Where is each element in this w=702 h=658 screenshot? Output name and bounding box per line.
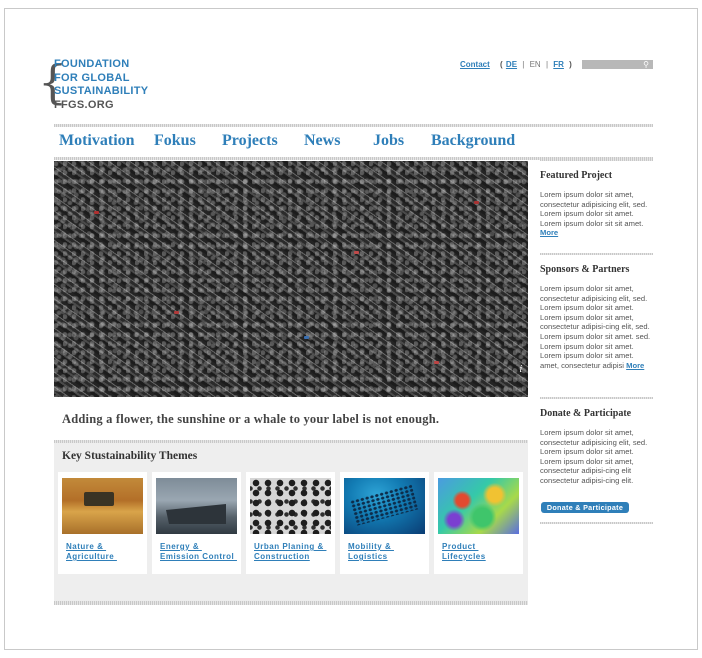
sidebar-rule bbox=[540, 397, 653, 399]
theme-card-energy[interactable]: Energy & Emission Control bbox=[152, 472, 241, 574]
theme-image-map[interactable] bbox=[438, 478, 519, 534]
contact-link[interactable]: Contact bbox=[460, 60, 490, 69]
nav-item-projects[interactable]: Projects bbox=[222, 132, 278, 150]
theme-card-nature[interactable]: Nature & Agriculture bbox=[58, 472, 147, 574]
lang-en-current[interactable]: EN bbox=[530, 60, 541, 69]
sponsors-text: Lorem ipsum dolor sit amet, consectetur … bbox=[540, 284, 651, 370]
sidebar-rule bbox=[540, 522, 653, 524]
theme-image-ship[interactable] bbox=[156, 478, 237, 534]
themes-top-rule bbox=[54, 440, 528, 443]
theme-card-urban[interactable]: Urban Planing & Construction bbox=[246, 472, 335, 574]
sponsors-more-link[interactable]: More bbox=[626, 361, 644, 370]
logo-line-2: FOR GLOBAL bbox=[54, 71, 130, 84]
lang-paren-open: ( bbox=[500, 60, 503, 69]
tagline: Adding a flower, the sunshine or a whale… bbox=[62, 412, 440, 426]
nav-item-motivation[interactable]: Motivation bbox=[59, 132, 135, 150]
theme-link-energy[interactable]: Energy & Emission Control bbox=[160, 542, 237, 562]
logo-line-3: SUSTAINABILITY bbox=[54, 85, 149, 97]
lang-paren-close: ) bbox=[569, 60, 572, 69]
hero-detail bbox=[474, 201, 479, 204]
themes-title: Key Stustainability Themes bbox=[62, 450, 198, 462]
donate-title: Donate & Participate bbox=[540, 408, 632, 419]
featured-more-link[interactable]: More bbox=[540, 228, 558, 237]
nav-top-rule bbox=[54, 124, 653, 127]
featured-project-title: Featured Project bbox=[540, 170, 613, 181]
nav-item-fokus[interactable]: Fokus bbox=[154, 132, 196, 150]
info-icon[interactable]: i bbox=[516, 365, 526, 375]
featured-project-text: Lorem ipsum dolor sit amet, consectetur … bbox=[540, 190, 648, 228]
logo-text: FOUNDATION FOR GLOBAL SUSTAINABILITY FFG… bbox=[54, 58, 184, 112]
theme-image-agriculture[interactable] bbox=[62, 478, 143, 534]
theme-link-mobility[interactable]: Mobility & Logistics bbox=[348, 542, 394, 562]
theme-image-fish[interactable] bbox=[344, 478, 425, 534]
featured-project-body: Lorem ipsum dolor sit amet, consectetur … bbox=[540, 190, 653, 238]
hero-detail bbox=[304, 336, 309, 339]
sidebar-rule bbox=[540, 159, 653, 161]
search-icon[interactable]: ⚲ bbox=[643, 60, 649, 69]
sponsors-body: Lorem ipsum dolor sit amet, consectetur … bbox=[540, 284, 653, 370]
donate-button[interactable]: Donate & Participate bbox=[541, 502, 629, 513]
nav-item-background[interactable]: Background bbox=[431, 132, 515, 150]
utility-bar: Contact ( DE | EN | FR ) bbox=[460, 60, 575, 69]
logo-line-4: FFGS.ORG bbox=[54, 98, 114, 111]
theme-link-nature[interactable]: Nature & Agriculture bbox=[66, 542, 117, 562]
hero-detail bbox=[94, 211, 99, 214]
lang-de-link[interactable]: DE bbox=[506, 60, 517, 69]
search-input[interactable]: ⚲ bbox=[582, 60, 653, 69]
lang-fr-link[interactable]: FR bbox=[553, 60, 564, 69]
theme-card-product[interactable]: Product Lifecycles bbox=[434, 472, 523, 574]
main-nav: Motivation Fokus Projects News Jobs Back… bbox=[54, 130, 528, 156]
hero-detail bbox=[434, 361, 439, 364]
nav-item-jobs[interactable]: Jobs bbox=[373, 132, 404, 150]
themes-bottom-rule bbox=[54, 601, 528, 605]
theme-card-mobility[interactable]: Mobility & Logistics bbox=[340, 472, 429, 574]
hero-detail bbox=[354, 251, 359, 254]
theme-image-leopard[interactable] bbox=[250, 478, 331, 534]
sponsors-title: Sponsors & Partners bbox=[540, 264, 630, 275]
logo-line-1: FOUNDATION bbox=[54, 58, 130, 70]
themes-panel: Key Stustainability Themes Nature & Agri… bbox=[54, 440, 528, 605]
lang-separator: | bbox=[522, 60, 525, 69]
hero-image: i bbox=[54, 161, 528, 397]
sidebar-rule bbox=[540, 253, 653, 255]
nav-item-news[interactable]: News bbox=[304, 132, 340, 150]
theme-link-urban[interactable]: Urban Planing & Construction bbox=[254, 542, 326, 562]
theme-link-product[interactable]: Product Lifecycles bbox=[442, 542, 486, 562]
donate-body: Lorem ipsum dolor sit amet, consectetur … bbox=[540, 428, 648, 485]
hero-detail bbox=[174, 311, 179, 314]
lang-separator: | bbox=[545, 60, 549, 69]
